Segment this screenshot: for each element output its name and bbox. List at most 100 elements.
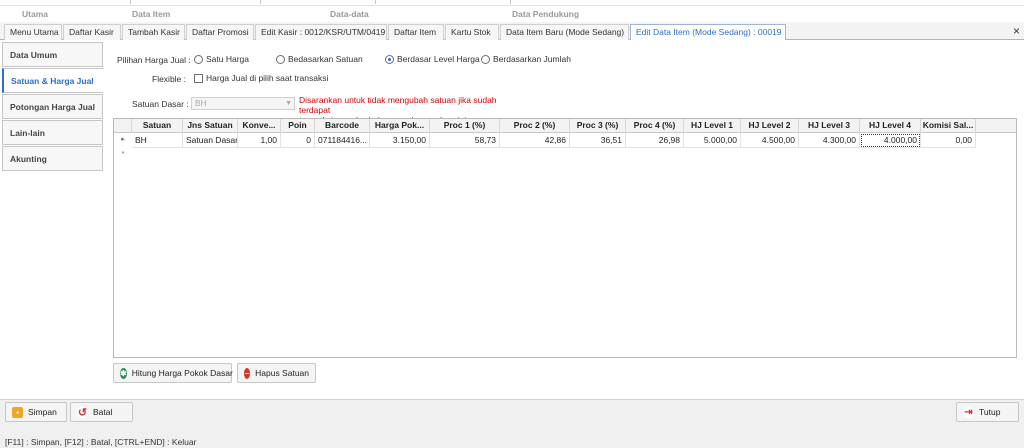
cell-hj-level-4[interactable]: 4.000,00 (860, 133, 921, 148)
group-data-item: Data Item (132, 9, 171, 19)
flexible-label: Flexible : (152, 74, 187, 84)
radio-satu-harga[interactable]: Satu Harga (194, 54, 249, 64)
button-label: Batal (93, 407, 113, 417)
pilihan-harga-jual-label: Pilihan Harga Jual : (117, 55, 191, 65)
group-data-pendukung: Data Pendukung (512, 9, 580, 19)
tab-kartu-stok[interactable]: Kartu Stok (445, 24, 499, 40)
side-item-akunting[interactable]: Akunting (2, 146, 103, 171)
radio-icon (276, 54, 285, 64)
tab-tambah-kasir[interactable]: Tambah Kasir (122, 24, 185, 40)
cell-jns-satuan[interactable]: Satuan Dasar (183, 133, 238, 148)
chevron-down-icon: ▼ (285, 100, 292, 107)
side-item-potongan-harga-jual[interactable]: Potongan Harga Jual (2, 94, 103, 119)
radio-berdasar-level-harga[interactable]: Berdasar Level Harga (385, 54, 480, 64)
radio-bedasarkan-satuan[interactable]: Bedasarkan Satuan (276, 54, 363, 64)
col-jns-satuan[interactable]: Jns Satuan (183, 119, 238, 133)
cell-proc-2[interactable]: 42,86 (500, 133, 570, 148)
radio-icon (481, 54, 490, 64)
undo-icon: ↺ (77, 406, 88, 419)
toolbar-divider (260, 0, 261, 4)
hapus-satuan-button[interactable]: − Hapus Satuan (237, 363, 316, 383)
col-hj-level-3[interactable]: HJ Level 3 (799, 119, 860, 133)
button-label: Simpan (28, 407, 57, 417)
col-hj-level-4[interactable]: HJ Level 4 (860, 119, 921, 133)
save-icon: ▪ (12, 406, 23, 418)
current-row-icon: ▸ (121, 136, 125, 143)
col-barcode[interactable]: Barcode (315, 119, 370, 133)
tab-data-item-baru[interactable]: Data Item Baru (Mode Sedang) (500, 24, 629, 40)
cell-komisi-sales[interactable]: 0,00 (921, 133, 976, 148)
cell-proc-1[interactable]: 58,73 (430, 133, 500, 148)
cell-proc-4[interactable]: 26,98 (626, 133, 684, 148)
tab-edit-data-item[interactable]: Edit Data Item (Mode Sedang) : 00019 (630, 24, 786, 41)
col-proc-2[interactable]: Proc 2 (%) (500, 119, 570, 133)
cell-proc-3[interactable]: 36,51 (570, 133, 626, 148)
col-konversi[interactable]: Konve... (238, 119, 281, 133)
satuan-dasar-select[interactable]: BH ▼ (191, 97, 295, 110)
toolbar-divider (130, 0, 131, 4)
simpan-button[interactable]: ▪ Simpan (5, 402, 67, 422)
hitung-harga-pokok-button[interactable]: ✱ Hitung Harga Pokok Dasar (113, 363, 233, 383)
note-line-1: Disarankan untuk tidak mengubah satuan j… (299, 95, 497, 115)
cell-hj-level-2[interactable]: 4.500,00 (741, 133, 799, 148)
new-row[interactable]: * (114, 148, 1016, 163)
checkbox-icon (194, 73, 203, 83)
button-label: Hapus Satuan (255, 368, 309, 378)
satuan-dasar-label: Satuan Dasar : (132, 99, 189, 109)
new-row-icon: * (121, 151, 125, 158)
side-item-lain-lain[interactable]: Lain-lain (2, 120, 103, 145)
flexible-checkbox[interactable]: Harga Jual di pilih saat transaksi (194, 73, 328, 83)
footer-bar: ▪ Simpan ↺ Batal ⇥ Tutup (0, 400, 1024, 428)
col-harga-pokok[interactable]: Harga Pok... (370, 119, 430, 133)
col-proc-4[interactable]: Proc 4 (%) (626, 119, 684, 133)
side-nav: Data Umum Satuan & Harga Jual Potongan H… (2, 42, 103, 172)
cell-konversi[interactable]: 1,00 (238, 133, 281, 148)
col-hj-level-1[interactable]: HJ Level 1 (684, 119, 741, 133)
ribbon-group-row: Utama Data Item Data-data Data Pendukung (0, 6, 1024, 22)
radio-label: Satu Harga (206, 54, 249, 64)
tutup-button[interactable]: ⇥ Tutup (956, 402, 1019, 422)
gear-icon: ✱ (120, 367, 127, 379)
cell-satuan[interactable]: BH (132, 133, 183, 148)
close-icon[interactable]: × (1013, 24, 1020, 38)
exit-icon: ⇥ (963, 406, 974, 418)
cell-hj-level-3[interactable]: 4.300,00 (799, 133, 860, 148)
radio-selected-icon (385, 54, 394, 64)
checkbox-label: Harga Jual di pilih saat transaksi (206, 73, 329, 83)
toolbar-divider (375, 0, 376, 4)
col-satuan[interactable]: Satuan (132, 119, 183, 133)
col-proc-3[interactable]: Proc 3 (%) (570, 119, 626, 133)
radio-label: Berdasarkan Jumlah (493, 54, 571, 64)
cell-harga-pokok[interactable]: 3.150,00 (370, 133, 430, 148)
side-item-satuan-harga-jual[interactable]: Satuan & Harga Jual (2, 68, 103, 93)
grid-header: Satuan Jns Satuan Konve... Poin Barcode … (114, 119, 1016, 133)
button-label: Tutup (979, 407, 1001, 417)
side-item-data-umum[interactable]: Data Umum (2, 42, 103, 67)
grid-indicator-header (114, 119, 132, 133)
tab-daftar-kasir[interactable]: Daftar Kasir (63, 24, 121, 40)
tab-edit-kasir[interactable]: Edit Kasir : 0012/KSR/UTM/0419 (255, 24, 387, 40)
col-komisi-sales[interactable]: Komisi Sal... (921, 119, 976, 133)
cell-barcode[interactable]: 071184416... (315, 133, 370, 148)
main-panel: Data Umum Satuan & Harga Jual Potongan H… (0, 40, 1024, 400)
satuan-grid[interactable]: Satuan Jns Satuan Konve... Poin Barcode … (113, 118, 1017, 358)
radio-icon (194, 54, 203, 64)
toolbar-divider (510, 0, 511, 4)
cell-poin[interactable]: 0 (281, 133, 315, 148)
batal-button[interactable]: ↺ Batal (70, 402, 133, 422)
tab-daftar-promosi[interactable]: Daftar Promosi (186, 24, 254, 40)
tab-daftar-item[interactable]: Daftar Item (388, 24, 444, 40)
col-poin[interactable]: Poin (281, 119, 315, 133)
shortcut-status: [F11] : Simpan, [F12] : Batal, [CTRL+END… (5, 437, 197, 447)
group-utama: Utama (22, 9, 48, 19)
col-hj-level-2[interactable]: HJ Level 2 (741, 119, 799, 133)
radio-berdasarkan-jumlah[interactable]: Berdasarkan Jumlah (481, 54, 571, 64)
col-proc-1[interactable]: Proc 1 (%) (430, 119, 500, 133)
tab-menu-utama[interactable]: Menu Utama (4, 24, 62, 40)
group-data-data: Data-data (330, 9, 369, 19)
table-row[interactable]: ▸ BH Satuan Dasar 1,00 0 071184416... 3.… (114, 133, 1016, 148)
minus-icon: − (244, 367, 251, 379)
button-label: Hitung Harga Pokok Dasar (131, 368, 233, 378)
radio-label: Bedasarkan Satuan (288, 54, 363, 64)
cell-hj-level-1[interactable]: 5.000,00 (684, 133, 741, 148)
